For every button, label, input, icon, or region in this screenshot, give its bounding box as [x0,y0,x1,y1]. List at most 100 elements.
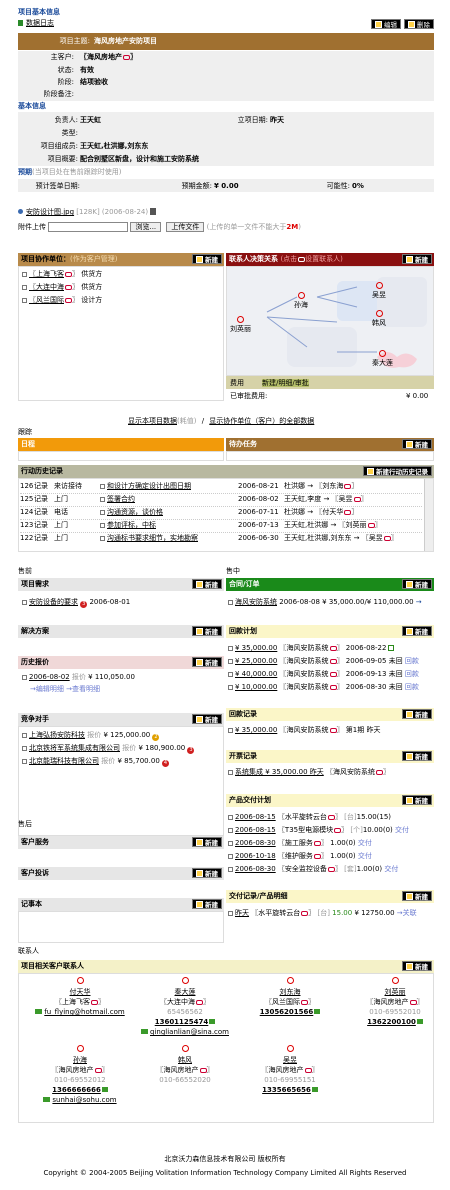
payplan-item[interactable]: ¥ 10,000.00 〖海风安防系统〗 2006-08-30 未回 回款 [228,683,419,691]
payplan-customer[interactable]: 〖海风安防系统 [280,670,329,678]
payplan-checkbox[interactable] [228,659,233,664]
sms-icon[interactable] [314,1009,321,1014]
contact-mobile[interactable]: 1335665656 [262,1086,311,1094]
payplan-amount[interactable]: ¥ 25,000.00 [235,657,277,665]
history-who[interactable]: 王天虹,杜洪娜,刘东东 → 〖吴昱 [284,534,383,542]
history-who[interactable]: 王天虹,李度 → 〖吴昱 [284,495,353,503]
partner-item[interactable]: 〖上海飞客〗 供货方 [22,270,102,278]
upload-button[interactable]: 上传文件 [166,222,205,232]
partners-new-button[interactable]: 新建 [192,254,222,264]
demand-new-button[interactable]: 新建 [192,579,222,589]
history-subject[interactable]: 沟通资源，谈价格 [107,508,163,516]
contact-org[interactable]: 〖风兰国际 [265,998,300,1006]
demand-item[interactable]: 安防设备的要求 [29,598,78,606]
contact-name[interactable]: 吴昱 [283,1056,297,1064]
decision-new-button[interactable]: 新建 [402,254,432,264]
delivery-date[interactable]: 2006-10-18 [235,852,276,860]
contact-card[interactable]: 孙海 〖海风房地产〗 010-69552012 1366666666 sunhai@so… [30,1045,130,1105]
partner-name[interactable]: 〖上海飞客 [29,270,64,278]
decision-node[interactable]: 孙海 [294,292,308,309]
payplan-checkbox[interactable] [228,672,233,677]
deliv-rec-date[interactable]: 昨天 [235,909,249,917]
partner-name[interactable]: 〖大连中海 [29,283,64,291]
history-checkbox[interactable] [100,497,105,502]
contact-email[interactable]: fu_flying@hotmail.com [44,1008,124,1016]
show-project-data-link[interactable]: 显示本项目数据 [128,417,177,425]
browse-button[interactable]: 浏览... [130,222,162,232]
payrec-amount[interactable]: ¥ 35,000.00 [235,726,277,734]
complaint-new-button[interactable]: 新建 [192,868,222,878]
delivery-product[interactable]: 〖安全监控设备 [278,865,327,873]
attachment-link[interactable]: 安防设计图.jpg [26,208,74,216]
quote-view-link[interactable]: →查看明细 [66,685,100,693]
competitor-item[interactable]: 北京铁将军系统集成有限公司 报价 ¥ 180,900.00 3 [22,744,195,754]
solution-new-button[interactable]: 新建 [192,626,222,636]
contact-org[interactable]: 〖上海飞客 [55,998,90,1006]
contact-org[interactable]: 〖海风房地产 [262,1066,304,1074]
payplan-checkbox[interactable] [228,646,233,651]
partner-name[interactable]: 〖风兰国际 [29,296,64,304]
partner-checkbox[interactable] [22,298,27,303]
delivery-date[interactable]: 2006-08-15 [235,813,276,821]
competitors-new-button[interactable]: 新建 [192,714,222,724]
delivery-product[interactable]: 〖施工服务 [278,839,313,847]
delivery-item[interactable]: 2006-08-15 〖水平旋转云台〗 [台]15.00(15) [228,813,391,821]
competitor-checkbox[interactable] [22,759,27,764]
competitor-item[interactable]: 上海弘扬安防科技 报价 ¥ 125,000.00 2 [22,731,160,741]
contact-mobile[interactable]: 1362200100 [367,1018,416,1026]
payplan-customer[interactable]: 〖海风安防系统 [280,657,329,665]
contact-mobile[interactable]: 13056201566 [260,1008,314,1016]
delivery-checkbox[interactable] [228,828,233,833]
partner-item[interactable]: 〖风兰国际〗 设计方 [22,296,102,304]
customer-link[interactable]: 〖海风房地产〗 [80,53,137,61]
payplan-customer[interactable]: 〖海风安防系统 [280,644,329,652]
delivery-product[interactable]: 〖维护服务 [278,852,313,860]
contact-mobile[interactable]: 13601125474 [155,1018,209,1026]
delivery-item[interactable]: 2006-08-30 〖安全监控设备〗 [套]1.00(0) 交付 [228,865,398,873]
history-scrollbar[interactable] [424,479,433,551]
payplan-item[interactable]: ¥ 25,000.00 〖海风安防系统〗 2006-09-05 未回 回款 [228,657,419,665]
delivery-item[interactable]: 2006-10-18 〖维护服务〗 1.00(0) 交付 [228,852,372,860]
history-subject[interactable]: 参加评标，中标 [107,521,156,529]
payplan-action[interactable]: 回款 [405,683,419,691]
quote-date[interactable]: 2006-08-02 [29,673,70,681]
delivery-product[interactable]: 〖水平旋转云台 [278,813,327,821]
history-subject[interactable]: 沟通标书要求细节，实地勘察 [107,534,198,542]
contacts-new-button[interactable]: 新建 [402,961,432,971]
contact-name[interactable]: 付天华 [70,988,91,996]
contact-name[interactable]: 刘东海 [280,988,301,996]
history-checkbox[interactable] [100,523,105,528]
memo-new-button[interactable]: 新建 [192,899,222,909]
history-new-button[interactable]: 新建行动历史记录 [363,466,432,476]
trash-icon[interactable] [150,208,157,215]
contact-name[interactable]: 秦大莲 [175,988,196,996]
contact-card[interactable]: 吴昱 〖海风房地产〗 010-69955151 1335665656 [240,1045,340,1095]
competitor-name[interactable]: 北京铁将军系统集成有限公司 [29,744,120,752]
contact-name[interactable]: 刘英丽 [385,988,406,996]
delivery-new-button[interactable]: 新建 [402,795,432,805]
cost-link[interactable]: 新建/明细/审批 [262,379,309,388]
payrec-new-button[interactable]: 新建 [402,709,432,719]
payrec-customer[interactable]: 〖海风安防系统〗 [280,726,344,734]
contact-org[interactable]: 〖大连中海 [160,998,195,1006]
payplan-checkbox[interactable] [228,685,233,690]
contact-card[interactable]: 付天华 〖上海飞客〗 fu_flying@hotmail.com [30,977,130,1017]
payplan-new-button[interactable]: 新建 [402,626,432,636]
invoice-new-button[interactable]: 新建 [402,751,432,761]
competitor-checkbox[interactable] [22,733,27,738]
sms-icon[interactable] [209,1019,216,1024]
contact-card[interactable]: 韩风 〖海风房地产〗 010-66552020 [135,1045,235,1085]
deliv-rec-product[interactable]: 〖水平旋转云台 [251,909,300,917]
partner-checkbox[interactable] [22,272,27,277]
payplan-action[interactable]: 回款 [405,657,419,665]
payplan-amount[interactable]: ¥ 10,000.00 [235,683,277,691]
contact-name[interactable]: 韩风 [178,1056,192,1064]
delivery-action[interactable]: 交付 [395,826,409,834]
invoice-customer[interactable]: 〖海风安防系统〗 [326,768,390,776]
contact-name[interactable]: 孙海 [73,1056,87,1064]
contact-email[interactable]: qinglianlian@sina.com [150,1028,229,1036]
show-partner-data-link[interactable]: 显示协作单位（客户）的全部数据 [209,417,314,425]
contract-item[interactable]: 海风安防系统 [235,598,277,606]
contact-mobile[interactable]: 1366666666 [52,1086,101,1094]
upload-file-input[interactable] [48,222,129,232]
